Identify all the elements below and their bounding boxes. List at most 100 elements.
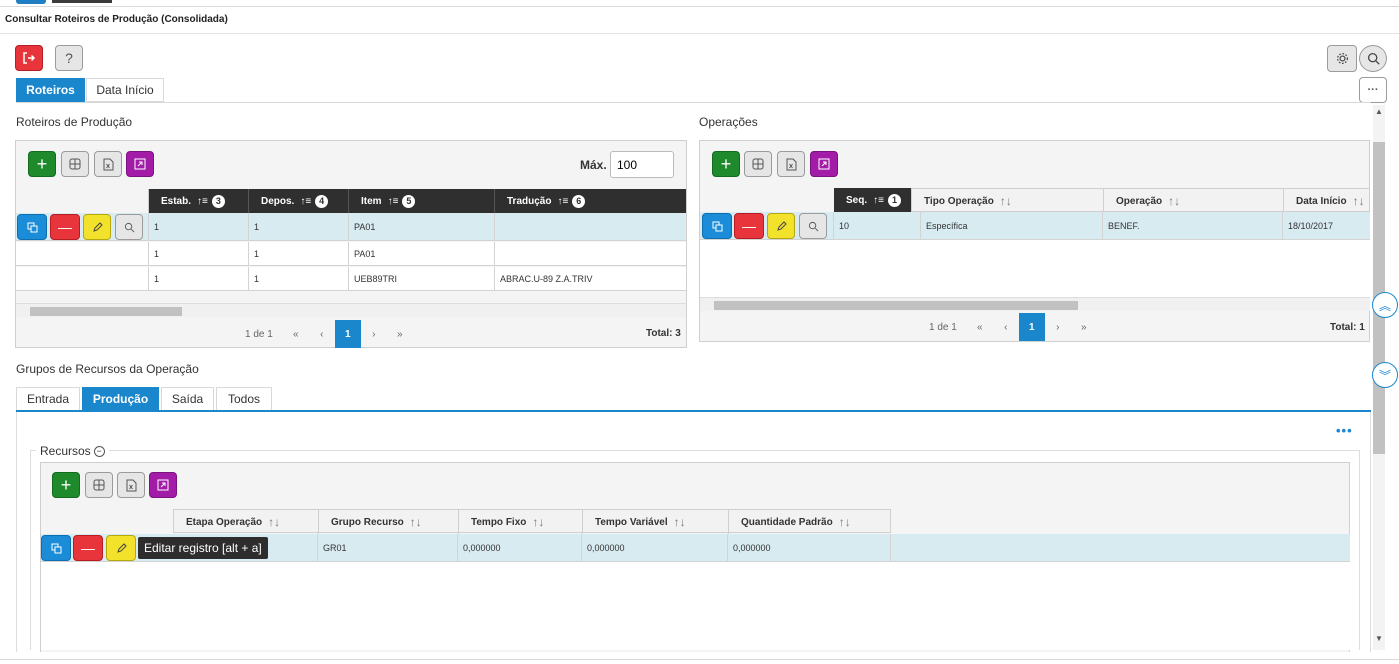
expand-button[interactable] <box>149 472 177 498</box>
horizontal-scrollbar[interactable] <box>700 297 1370 311</box>
add-button[interactable]: + <box>28 151 56 177</box>
columns-button[interactable] <box>85 472 113 498</box>
expand-icon <box>818 158 830 170</box>
exit-icon <box>23 52 36 64</box>
table-row[interactable]: — 1 1 PA01 <box>16 213 686 241</box>
edit-button[interactable] <box>106 535 136 561</box>
col-seq[interactable]: Seq. ↑≡ 1 <box>834 188 911 212</box>
next-page-button[interactable]: › <box>361 320 387 348</box>
col-tempo-variavel[interactable]: Tempo Variável ↑↓ <box>583 510 729 534</box>
next-page-button[interactable]: › <box>1045 313 1071 341</box>
cell-depos: 1 <box>249 213 349 240</box>
first-page-button[interactable]: « <box>283 320 309 348</box>
columns-button[interactable] <box>744 151 772 177</box>
prev-page-button[interactable]: ‹ <box>993 313 1019 341</box>
expand-icon <box>157 479 169 491</box>
search-button[interactable] <box>1359 45 1387 72</box>
total-count: Total: 3 <box>646 328 681 339</box>
col-etapa-operacao[interactable]: Etapa Operação ↑↓ <box>174 510 319 534</box>
more-options-button[interactable]: ••• <box>1336 423 1353 438</box>
view-button[interactable] <box>115 214 143 240</box>
help-button[interactable]: ? <box>55 45 83 71</box>
edit-button[interactable] <box>767 213 795 239</box>
roteiros-grid-header: Estab. ↑≡ 3 Depos. ↑≡ 4 Item ↑≡ 5 Tradução ↑≡ 6 <box>149 189 686 213</box>
scroll-to-bottom-button[interactable]: ︾ <box>1372 362 1398 388</box>
tab-todos[interactable]: Todos <box>216 387 272 411</box>
tab-producao[interactable]: Produção <box>82 387 159 411</box>
add-button[interactable]: + <box>52 472 80 498</box>
last-page-button[interactable]: » <box>1071 313 1097 341</box>
delete-button[interactable]: — <box>73 535 103 561</box>
columns-button[interactable] <box>61 151 89 177</box>
scrollbar-thumb[interactable] <box>714 301 1078 310</box>
col-tipo-operacao-label: Tipo Operação <box>924 195 994 207</box>
actions-header <box>16 189 149 213</box>
export-excel-button[interactable] <box>117 472 145 498</box>
delete-button[interactable]: — <box>734 213 764 239</box>
table-row[interactable]: 1 1 PA01 <box>16 242 686 266</box>
edit-tooltip: Editar registro [alt + a] <box>138 537 268 559</box>
delete-button[interactable]: — <box>50 214 80 240</box>
cell-data-inicio: 18/10/2017 <box>1288 220 1334 231</box>
page-1-button[interactable]: 1 <box>1018 313 1045 341</box>
sort-asc-icon: ↑≡ <box>300 195 312 207</box>
col-depos-label: Depos. <box>261 195 295 207</box>
row-actions <box>16 242 149 265</box>
col-traducao[interactable]: Tradução ↑≡ 6 <box>495 189 686 213</box>
edit-button[interactable] <box>83 214 111 240</box>
tabs-divider <box>16 102 1371 103</box>
table-row[interactable]: — 10 Específica BENEF. 18/10/2017 <box>700 212 1370 240</box>
scroll-down-arrow[interactable]: ▼ <box>1375 634 1383 643</box>
scrollbar-thumb[interactable] <box>30 307 182 316</box>
recursos-legend[interactable]: Recursos − <box>36 444 109 458</box>
copy-button[interactable] <box>702 213 732 239</box>
pencil-icon <box>116 542 127 553</box>
col-depos[interactable]: Depos. ↑≡ 4 <box>249 189 349 213</box>
export-excel-button[interactable] <box>777 151 805 177</box>
last-page-button[interactable]: » <box>387 320 413 348</box>
sort-icon: ↑↓ <box>532 515 545 529</box>
expand-button[interactable] <box>810 151 838 177</box>
col-grupo-recurso[interactable]: Grupo Recurso ↑↓ <box>319 510 459 534</box>
add-button[interactable]: + <box>712 151 740 177</box>
col-item[interactable]: Item ↑≡ 5 <box>349 189 495 213</box>
cell-estab: 1 <box>149 242 249 265</box>
col-tipo-operacao[interactable]: Tipo Operação ↑↓ <box>912 189 1104 213</box>
tab-saida[interactable]: Saída <box>161 387 214 411</box>
cell-depos: 1 <box>249 242 349 265</box>
view-button[interactable] <box>799 213 827 239</box>
tab-roteiros[interactable]: Roteiros <box>16 78 85 102</box>
horizontal-scrollbar[interactable] <box>16 303 686 317</box>
col-operacao[interactable]: Operação ↑↓ <box>1104 189 1284 213</box>
tab-data-inicio[interactable]: Data Início <box>86 78 164 102</box>
more-options-button[interactable]: ··· <box>1359 77 1387 103</box>
scroll-up-arrow[interactable]: ▲ <box>1375 107 1383 116</box>
col-tempo-fixo[interactable]: Tempo Fixo ↑↓ <box>459 510 583 534</box>
collapse-icon[interactable]: − <box>93 445 105 457</box>
roteiros-pager: 1 de 1 « ‹ 1 › » <box>245 320 413 348</box>
exit-button[interactable] <box>15 45 43 71</box>
tab-entrada[interactable]: Entrada <box>16 387 80 411</box>
export-excel-button[interactable] <box>94 151 122 177</box>
copy-button[interactable] <box>17 214 47 240</box>
prev-page-button[interactable]: ‹ <box>309 320 335 348</box>
empty-grid-area <box>700 240 1370 297</box>
excel-icon <box>103 158 113 170</box>
col-estab[interactable]: Estab. ↑≡ 3 <box>149 189 249 213</box>
table-row[interactable]: 1 1 UEB89TRI ABRAC.U-89 Z.A.TRIV <box>16 267 686 291</box>
max-input[interactable] <box>610 151 674 178</box>
operacoes-title: Operações <box>699 115 758 129</box>
sort-order-badge: 4 <box>315 194 329 208</box>
scroll-to-top-button[interactable]: ︽ <box>1372 292 1398 318</box>
col-quantidade-padrao[interactable]: Quantidade Padrão ↑↓ <box>729 510 892 534</box>
col-operacao-label: Operação <box>1116 195 1163 207</box>
cell-depos: 1 <box>249 267 349 290</box>
first-page-button[interactable]: « <box>967 313 993 341</box>
page-info: 1 de 1 <box>929 321 957 333</box>
app-logo <box>16 0 46 4</box>
expand-button[interactable] <box>126 151 154 177</box>
settings-button[interactable] <box>1327 45 1357 72</box>
col-data-inicio[interactable]: Data Início ↑↓ <box>1284 189 1371 213</box>
copy-button[interactable] <box>41 535 71 561</box>
page-1-button[interactable]: 1 <box>334 320 361 348</box>
